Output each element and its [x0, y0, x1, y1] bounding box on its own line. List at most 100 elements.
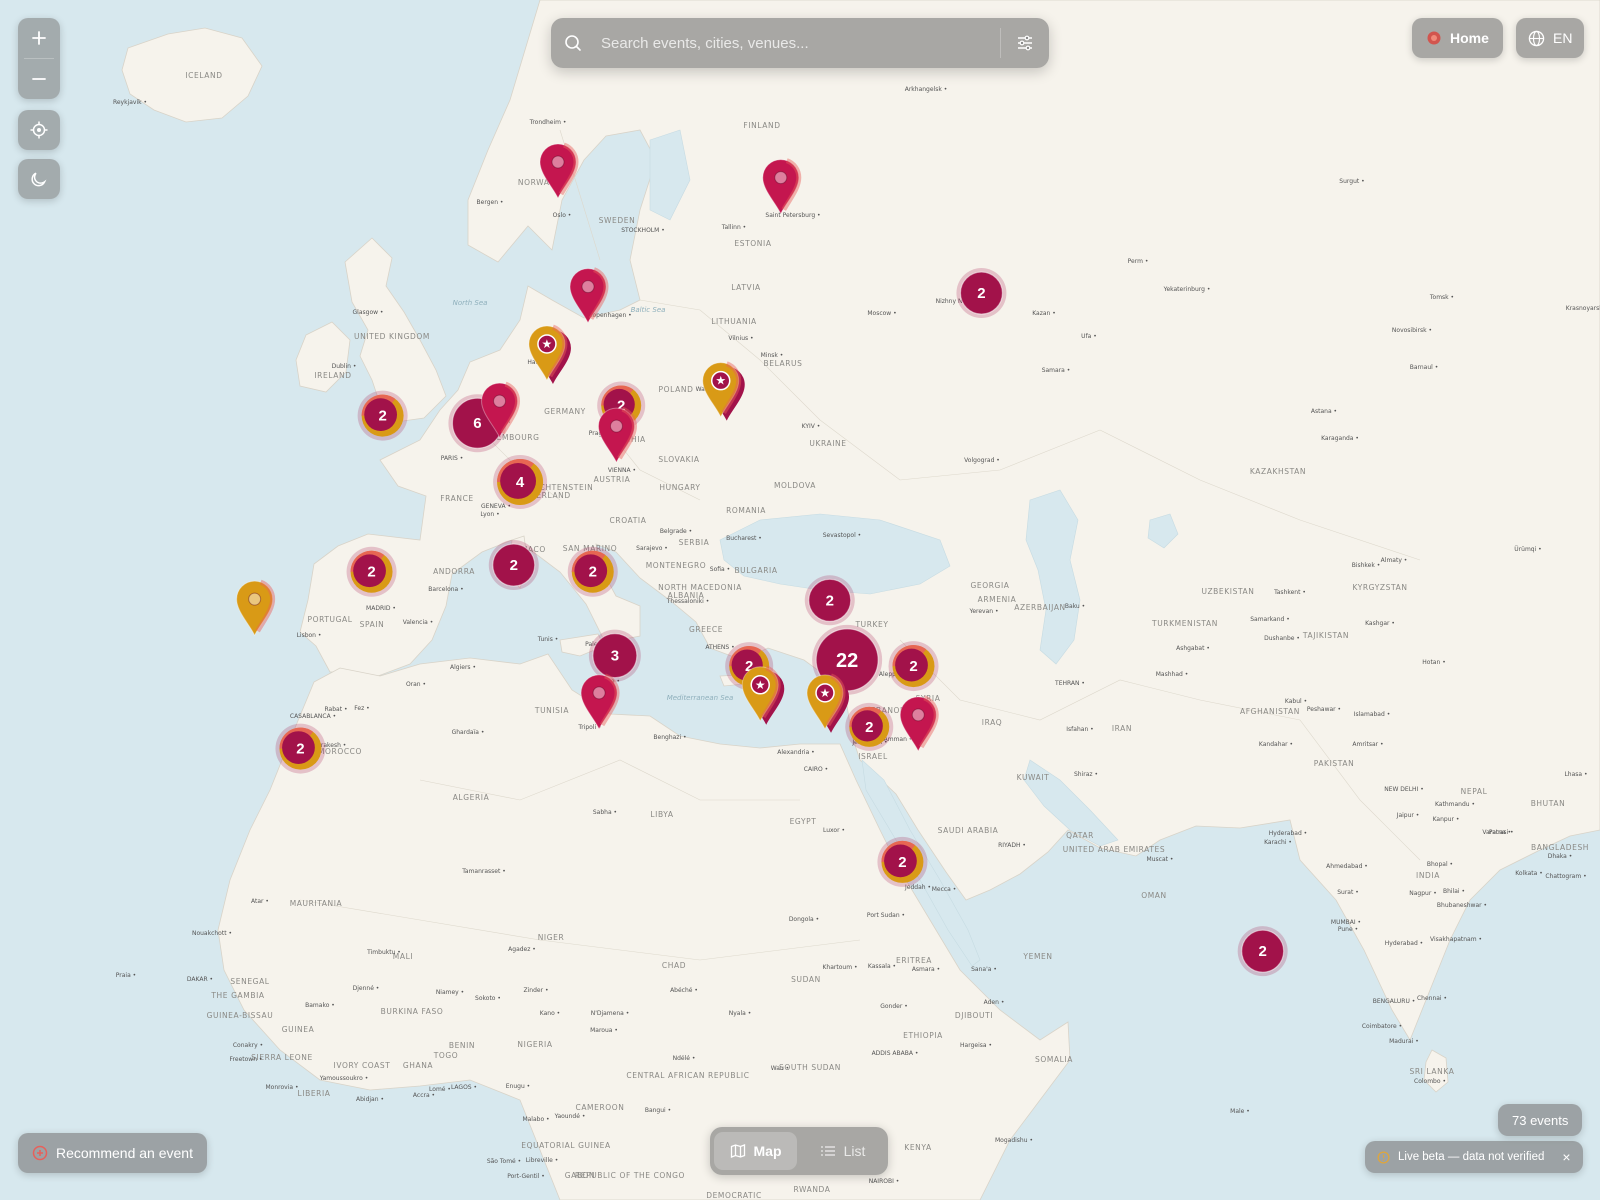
city-label: Atar • [251, 898, 269, 905]
zoom-in-button[interactable] [18, 18, 60, 58]
close-icon[interactable]: × [1562, 1149, 1570, 1165]
city-label: Bhilai • [1443, 888, 1465, 895]
zoom-out-button[interactable] [18, 59, 60, 99]
city-label: Sofia • [710, 566, 730, 573]
city-label: RIYADH • [998, 842, 1026, 849]
city-label: Almaty • [1381, 557, 1408, 564]
event-cluster-marker[interactable]: 2 [956, 268, 1007, 319]
city-label: Tomsk • [1429, 294, 1454, 301]
dark-mode-toggle[interactable] [18, 159, 60, 199]
city-label: Kabul • [1285, 698, 1307, 705]
city-label: ATHENS • [705, 644, 734, 651]
city-label: Timbuktu • [366, 949, 401, 956]
event-cluster-marker[interactable]: 2 [357, 390, 408, 441]
home-button[interactable]: Home [1412, 18, 1503, 58]
country-label: RWANDA [793, 1185, 830, 1194]
city-label: Zinder • [524, 987, 549, 994]
country-label: BELARUS [763, 359, 802, 368]
city-label: Yerevan • [968, 608, 998, 615]
city-label: Jaipur • [1396, 812, 1420, 819]
sea-label: Mediterranean Sea [667, 694, 734, 702]
zoom-controls [18, 18, 60, 99]
country-label: LIBERIA [297, 1089, 330, 1098]
list-view-tab[interactable]: List [801, 1132, 884, 1170]
event-cluster-marker[interactable]: 2 [567, 546, 618, 597]
city-label: Barnaul • [1410, 364, 1439, 371]
city-label: Bishkek • [1352, 562, 1381, 569]
event-cluster-marker[interactable]: 2 [888, 641, 939, 692]
event-cluster-marker[interactable]: 2 [488, 540, 539, 591]
city-label: STOCKHOLM • [621, 227, 665, 234]
country-label: IVORY COAST [334, 1061, 391, 1070]
city-label: Barcelona • [428, 586, 463, 593]
city-label: Pune • [1338, 926, 1358, 933]
svg-text:2: 2 [367, 564, 375, 581]
city-label: Sana'a • [971, 966, 997, 973]
city-label: Kanpur • [1433, 816, 1460, 823]
country-label: ANDORRA [433, 567, 475, 576]
city-label: Moscow • [867, 310, 896, 317]
filter-button[interactable] [1001, 18, 1049, 68]
country-label: GUINEA-BISSAU [207, 1011, 274, 1020]
city-label: Perm • [1128, 258, 1149, 265]
list-icon [820, 1146, 835, 1156]
country-label: CENTRAL AFRICAN REPUBLIC [626, 1071, 749, 1080]
city-label: Nyala • [729, 1010, 752, 1017]
city-label: Samarkand • [1250, 616, 1290, 623]
city-label: Alexandria • [777, 749, 814, 756]
country-label: SAUDI ARABIA [938, 826, 999, 835]
svg-text:22: 22 [836, 650, 858, 672]
city-label: LAGOS • [451, 1084, 477, 1091]
city-label: Bergen • [477, 199, 504, 206]
event-cluster-marker[interactable]: 2 [804, 575, 855, 626]
recommend-event-button[interactable]: Recommend an event [18, 1133, 207, 1173]
country-label: CAMEROON [575, 1103, 624, 1112]
country-label: QATAR [1066, 831, 1094, 840]
city-label: Abidjan • [356, 1096, 384, 1103]
event-cluster-marker[interactable]: 2 [845, 702, 894, 751]
city-label: Visakhapatnam • [1430, 936, 1482, 943]
event-cluster-marker[interactable]: 2 [1237, 926, 1288, 977]
event-count-label: 73 events [1512, 1112, 1569, 1128]
event-cluster-marker[interactable]: 2 [346, 546, 397, 597]
event-cluster-marker[interactable]: 2 [877, 836, 928, 887]
country-label: ESTONIA [734, 239, 771, 248]
svg-text:6: 6 [473, 415, 481, 432]
city-label: Khartoum • [823, 964, 858, 971]
country-label: IRELAND [314, 371, 351, 380]
map-view-tab[interactable]: Map [714, 1132, 797, 1170]
city-label: NAIROBI • [869, 1178, 900, 1185]
country-label: REPUBLIC OF THE CONGO [575, 1171, 685, 1180]
svg-text:2: 2 [977, 285, 985, 302]
city-label: Valencia • [403, 619, 434, 626]
country-label: LIBYA [650, 810, 674, 819]
city-label: Patna • [1489, 829, 1511, 836]
country-label: TUNISIA [534, 706, 569, 715]
event-count-badge: 73 events [1498, 1104, 1583, 1136]
city-label: Volgograd • [964, 457, 1000, 464]
country-label: BENIN [449, 1041, 475, 1050]
city-label: Lhasa • [1564, 771, 1587, 778]
event-cluster-marker[interactable]: 3 [588, 629, 641, 682]
plus-icon [32, 31, 46, 45]
city-label: Bhubaneshwar • [1437, 902, 1487, 909]
event-cluster-marker[interactable]: 4 [493, 454, 548, 509]
city-label: Accra • [413, 1092, 435, 1099]
world-map[interactable]: ICELANDNORWAYSWEDENFINLANDESTONIALATVIAL… [0, 0, 1600, 1200]
city-label: Mogadishu • [995, 1137, 1033, 1144]
city-label: Ahmedabad • [1326, 863, 1368, 870]
search-input[interactable] [595, 34, 1000, 52]
country-label: DEMOCRATIC [706, 1191, 762, 1200]
city-label: Kolkata • [1515, 870, 1543, 877]
country-label: OMAN [1141, 891, 1167, 900]
beta-notice: Live beta — data not verified × [1365, 1141, 1583, 1173]
country-label: GHANA [403, 1061, 434, 1070]
country-label: EGYPT [790, 817, 817, 826]
country-label: TAJIKISTAN [1302, 631, 1349, 640]
city-label: Muscat • [1147, 856, 1174, 863]
event-cluster-marker[interactable]: 2 [275, 723, 326, 774]
city-label: Vilnius • [728, 335, 753, 342]
language-button[interactable]: EN [1516, 18, 1585, 58]
locate-button[interactable] [18, 110, 60, 150]
star-icon: ★ [755, 678, 766, 692]
